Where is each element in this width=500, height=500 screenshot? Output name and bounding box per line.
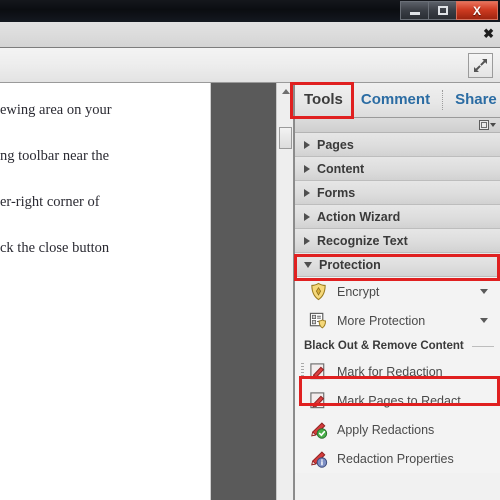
tool-label: Apply Redactions <box>337 422 435 437</box>
panel-tab-bar: Tools Comment Share <box>294 83 500 118</box>
tool-label: Encrypt <box>337 284 380 299</box>
maximize-button[interactable] <box>428 1 456 20</box>
close-icon: X <box>472 3 481 18</box>
section-action-wizard[interactable]: Action Wizard <box>295 205 500 229</box>
drag-grip-icon[interactable] <box>301 363 304 380</box>
chevron-right-icon <box>304 188 310 197</box>
chevron-down-icon[interactable] <box>480 289 488 294</box>
section-label: Recognize Text <box>317 233 408 248</box>
group-title: Black Out & Remove Content <box>304 340 464 352</box>
section-label: Content <box>317 161 365 176</box>
section-recognize-text[interactable]: Recognize Text <box>295 229 500 253</box>
section-label: Pages <box>317 137 354 152</box>
tab-tools[interactable]: Tools <box>295 83 352 117</box>
group-divider <box>471 345 494 347</box>
pages-pen-icon <box>310 392 325 409</box>
maximize-icon <box>437 6 448 15</box>
close-button[interactable]: X <box>456 1 498 20</box>
document-view[interactable]: ewing area on your ng toolbar near the e… <box>0 83 294 500</box>
minimize-icon <box>409 11 420 15</box>
tool-label: Mark for Redaction <box>337 364 443 379</box>
section-label: Forms <box>317 185 356 200</box>
panel-content: Pages Content Forms Action Wizard Recogn… <box>295 133 500 500</box>
document-text-line: er-right corner of <box>0 194 100 210</box>
tool-redaction-properties[interactable]: Redaction Properties <box>295 444 500 473</box>
shield-icon <box>311 282 326 301</box>
tool-label: Redaction Properties <box>337 451 454 466</box>
marker-check-icon <box>311 422 328 439</box>
chevron-right-icon <box>304 212 310 221</box>
tab-comment[interactable]: Comment <box>352 83 439 117</box>
scroll-up-arrow-icon <box>281 89 290 94</box>
section-label: Protection <box>319 257 381 272</box>
minimize-button[interactable] <box>400 1 428 20</box>
tab-share[interactable]: Share <box>446 83 500 117</box>
chevron-right-icon <box>304 140 310 149</box>
chevron-down-icon <box>304 261 312 268</box>
tool-encrypt[interactable]: Encrypt <box>295 277 500 306</box>
chevron-down-icon <box>490 123 496 127</box>
panel-options-button[interactable] <box>479 120 496 130</box>
page-gutter <box>211 83 276 500</box>
section-label: Action Wizard <box>317 209 401 224</box>
tool-mark-for-redaction[interactable]: Mark for Redaction <box>295 357 500 386</box>
chevron-down-icon[interactable] <box>480 318 488 323</box>
section-content[interactable]: Content <box>295 157 500 181</box>
strip-close-icon[interactable]: ✖ <box>483 27 494 40</box>
scrollbar-thumb[interactable] <box>279 127 292 149</box>
pdf-page: ewing area on your ng toolbar near the e… <box>0 83 211 500</box>
title-bar: X <box>0 0 500 23</box>
tool-more-protection[interactable]: More Protection <box>295 306 500 335</box>
document-text-line: ewing area on your <box>0 102 112 118</box>
tool-mark-pages-to-redact[interactable]: Mark Pages to Redact <box>295 386 500 415</box>
section-protection[interactable]: Protection <box>295 253 500 277</box>
marker-info-icon <box>311 451 328 468</box>
tool-apply-redactions[interactable]: Apply Redactions <box>295 415 500 444</box>
group-black-out-remove-content: Black Out & Remove Content <box>295 335 500 357</box>
tab-separator <box>442 90 444 110</box>
panel-header <box>295 118 500 133</box>
fit-page-button[interactable] <box>468 53 493 78</box>
menu-strip: ✖ <box>0 22 500 48</box>
chevron-right-icon <box>304 236 310 245</box>
tool-label: More Protection <box>337 313 426 328</box>
panel-options-icon <box>479 120 489 130</box>
window-controls: X <box>400 1 498 20</box>
document-text-line: ck the close button <box>0 240 110 256</box>
form-shield-icon <box>309 312 327 329</box>
tool-label: Mark Pages to Redact <box>337 393 461 408</box>
fit-page-icon <box>474 59 487 72</box>
chevron-right-icon <box>304 164 310 173</box>
scroll-up-button[interactable] <box>277 83 294 100</box>
section-forms[interactable]: Forms <box>295 181 500 205</box>
application-window: X ✖ ewing area on your ng toolbar near t… <box>0 0 500 500</box>
page-pen-icon <box>310 363 325 380</box>
document-text-line: ng toolbar near the <box>0 148 110 164</box>
toolbar-strip <box>0 48 500 83</box>
vertical-scrollbar[interactable] <box>276 83 294 500</box>
section-pages[interactable]: Pages <box>295 133 500 157</box>
